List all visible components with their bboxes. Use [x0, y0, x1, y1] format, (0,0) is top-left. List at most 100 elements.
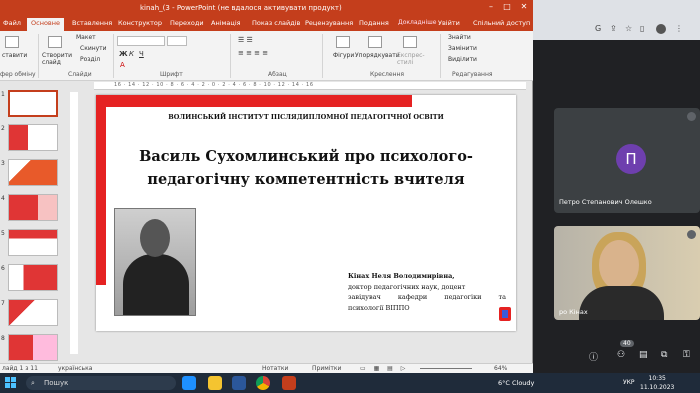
tab-view[interactable]: Подання [359, 19, 389, 27]
new-slide-button[interactable]: Створити слайд [42, 52, 72, 66]
ribbon-tabs: Файл Основне Вставлення Конструктор Пере… [0, 17, 533, 31]
align-icon[interactable]: ≡ ≡ ≡ ≡ [238, 49, 268, 57]
activities-icon[interactable]: ⧉ [661, 350, 667, 360]
author-department: психології ВІППО [348, 303, 410, 312]
ruler-marks: 16 · 14 · 12 · 10 · 8 · 6 · 4 · 2 · 0 · … [114, 82, 314, 88]
tab-file[interactable]: Файл [3, 19, 21, 27]
tab-slideshow[interactable]: Показ слайдів [252, 19, 300, 27]
chat-icon[interactable]: ▤ [639, 350, 648, 360]
group-font: Шрифт [160, 71, 183, 78]
slide-thumbnail-1[interactable] [8, 90, 58, 117]
taskbar-search[interactable]: Пошук [26, 376, 176, 390]
italic-icon[interactable]: К [129, 50, 134, 58]
maximize-icon[interactable]: □ [500, 2, 514, 14]
zoom-level[interactable]: 64% [494, 365, 507, 372]
language-indicator[interactable]: українська [58, 365, 92, 372]
quick-styles-icon[interactable] [403, 36, 417, 48]
slide-thumbnail-4[interactable] [8, 194, 58, 221]
font-color-icon[interactable]: A [120, 61, 125, 69]
share-icon[interactable]: ⇪ [610, 24, 617, 33]
underline-icon[interactable]: Ч [139, 50, 144, 58]
participant-avatar: П [616, 144, 646, 174]
zoom-slider[interactable] [420, 368, 472, 369]
chrome-icon[interactable] [256, 376, 270, 390]
lock-icon[interactable]: ⚿ [683, 350, 690, 360]
slide-thumbnail-6[interactable] [8, 264, 58, 291]
participant-video[interactable]: ро Кінах [554, 226, 700, 320]
view-buttons-icon[interactable]: ▭ ▦ ▤ ▷ [360, 365, 408, 372]
shapes-icon[interactable] [336, 36, 350, 48]
tab-home[interactable]: Основне [27, 18, 64, 31]
select-button[interactable]: Виділити [448, 56, 477, 63]
thumb-number: 7 [1, 300, 5, 307]
file-explorer-icon[interactable] [208, 376, 222, 390]
replace-button[interactable]: Замінити [448, 45, 477, 52]
new-slide-icon[interactable] [48, 36, 62, 48]
clock-time: 10:35 [648, 375, 666, 382]
slide-title[interactable]: Василь Сухомлинський про психолого-педаг… [136, 145, 476, 191]
share-button[interactable]: Спільний доступ [473, 19, 530, 27]
paste-button[interactable]: ставити [2, 52, 27, 59]
google-icon[interactable]: G [595, 24, 601, 33]
slide-canvas[interactable]: ВОЛИНСЬКИЙ ІНСТИТУТ ПІСЛЯДИПЛОМНОЇ ПЕДАГ… [96, 95, 516, 331]
paste-icon[interactable] [5, 36, 19, 48]
find-button[interactable]: Знайти [448, 34, 471, 41]
menu-icon[interactable]: ⋮ [675, 24, 683, 33]
slide-thumbnail-5[interactable] [8, 229, 58, 256]
tell-me-search[interactable]: Докладніше [398, 19, 436, 26]
clock-date: 11.10.2023 [640, 384, 675, 391]
profile-avatar-icon[interactable] [656, 24, 666, 34]
tab-animations[interactable]: Анімація [211, 19, 241, 27]
weather-widget[interactable]: 6°C Cloudy [498, 379, 534, 387]
tab-design[interactable]: Конструктор [118, 19, 162, 27]
info-icon[interactable]: ⓘ [589, 350, 598, 363]
font-name-field[interactable] [117, 36, 165, 46]
slide-thumbnail-8[interactable] [8, 334, 58, 361]
slide-red-side [96, 95, 106, 285]
slide-red-bar [96, 95, 412, 107]
group-slides: Слайди [68, 71, 92, 78]
font-size-field[interactable] [167, 36, 187, 46]
institute-name[interactable]: ВОЛИНСЬКИЙ ІНСТИТУТ ПІСЛЯДИПЛОМНОЇ ПЕДАГ… [96, 113, 516, 121]
sidepanel-icon[interactable]: ▯ [640, 24, 644, 33]
slide-thumbnail-7[interactable] [8, 299, 58, 326]
word-icon[interactable] [232, 376, 246, 390]
author-block[interactable]: Кінах Неля Володимирівна, доктор педагог… [348, 271, 506, 313]
tab-insert[interactable]: Вставлення [72, 19, 112, 27]
powerpoint-icon[interactable] [282, 376, 296, 390]
comments-button[interactable]: Примітки [312, 365, 341, 372]
bookmark-icon[interactable] [499, 307, 511, 321]
section-button[interactable]: Розділ [80, 56, 100, 63]
participant-tile[interactable]: П Петро Степанович Олешко [554, 108, 700, 213]
keyboard-language[interactable]: УКР [623, 379, 635, 386]
bullets-icon[interactable]: ☰ ☰ [238, 36, 253, 44]
clock[interactable]: 10:35 11.10.2023 [640, 374, 674, 392]
close-icon[interactable]: ✕ [517, 2, 531, 14]
windows-start-icon[interactable] [5, 377, 17, 389]
shapes-button[interactable]: Фігури [333, 52, 354, 59]
participant-count: 40 [620, 340, 634, 347]
group-drawing: Креслення [370, 71, 405, 78]
star-icon[interactable]: ☆ [625, 24, 632, 33]
slide-thumbnail-2[interactable] [8, 124, 58, 151]
edge-icon[interactable] [182, 376, 196, 390]
sign-in-link[interactable]: Увійти [438, 19, 460, 27]
arrange-icon[interactable] [368, 36, 382, 48]
portrait-photo[interactable] [114, 208, 196, 316]
tab-transitions[interactable]: Переходи [170, 19, 204, 27]
notes-button[interactable]: Нотатки [262, 365, 288, 372]
thumb-number: 3 [1, 160, 5, 167]
arrange-button[interactable]: Упорядкувати [355, 52, 400, 59]
people-icon[interactable]: ⚇ [617, 350, 625, 360]
tab-review[interactable]: Рецензування [305, 19, 353, 27]
thumb-number: 5 [1, 230, 5, 237]
powerpoint-window: kinah_(3 - PowerPoint (не вдалося активу… [0, 0, 533, 373]
meet-window: G ⇪ ☆ ▯ ⋮ П Петро Степанович Олешко ро К… [533, 0, 700, 373]
thumb-number: 1 [1, 91, 5, 98]
bold-icon[interactable]: Ж [119, 50, 128, 58]
slide-thumbnail-3[interactable] [8, 159, 58, 186]
layout-button[interactable]: Макет [76, 34, 96, 41]
reset-button[interactable]: Скинути [80, 45, 107, 52]
minimize-icon[interactable]: – [484, 2, 498, 14]
quick-styles-button[interactable]: Експрес-стилі [397, 52, 425, 66]
